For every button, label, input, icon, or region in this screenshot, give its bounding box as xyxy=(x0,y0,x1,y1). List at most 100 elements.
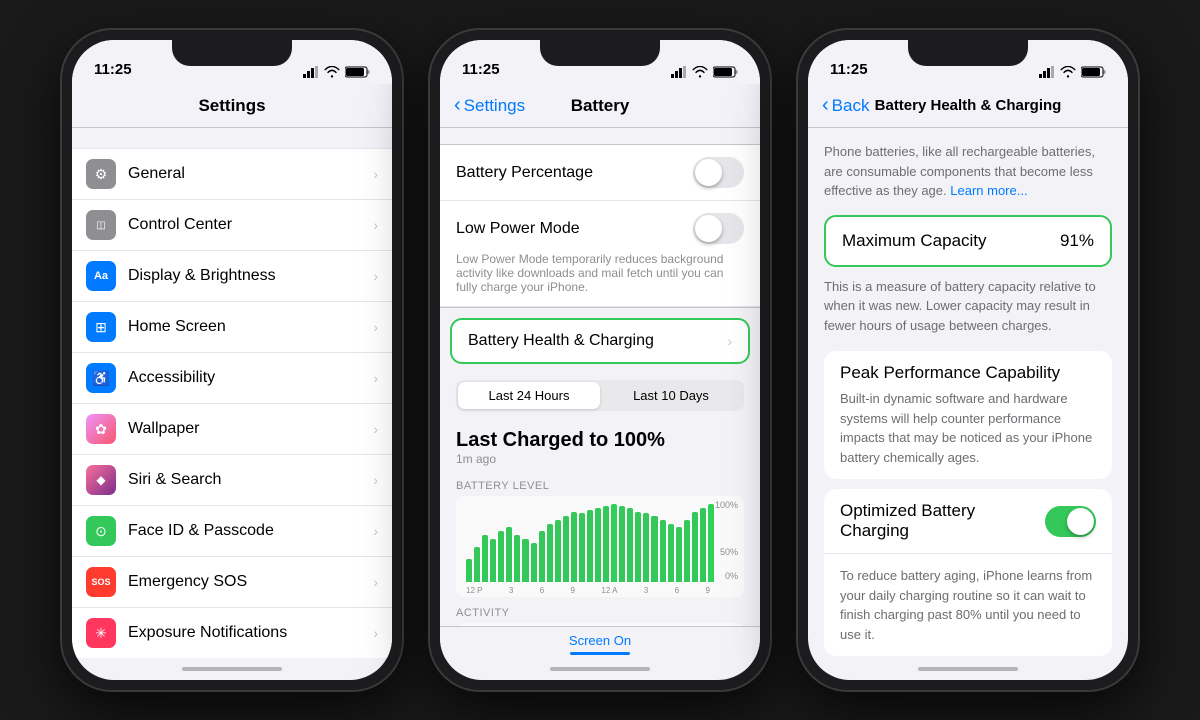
notch xyxy=(172,40,292,66)
home-indicator-2 xyxy=(440,658,760,680)
settings-row-control-center[interactable]: ◫ Control Center › xyxy=(72,200,392,251)
x-label-9p: 9 xyxy=(705,586,709,595)
battery-pct-info: Battery Percentage xyxy=(456,164,593,182)
chart-50pct: 50% xyxy=(720,547,738,557)
health-charging-label: Battery Health & Charging xyxy=(468,332,727,350)
health-content[interactable]: Phone batteries, like all rechargeable b… xyxy=(808,128,1128,658)
back-label-3: Back xyxy=(832,96,870,116)
x-label-12p2: 12 A xyxy=(601,586,617,595)
wifi-icon xyxy=(324,66,340,78)
x-label-6a: 6 xyxy=(540,586,544,595)
general-label: General xyxy=(128,165,367,183)
exposure-icon: ✳ xyxy=(86,618,116,648)
battery-bar-chart xyxy=(462,502,738,582)
battery-icon xyxy=(345,66,370,78)
segment-control[interactable]: Last 24 Hours Last 10 Days xyxy=(456,380,744,411)
x-label-3p: 3 xyxy=(644,586,648,595)
max-capacity-row[interactable]: Maximum Capacity 91% xyxy=(824,215,1112,267)
wallpaper-icon: ✿ xyxy=(86,414,116,444)
settings-row-accessibility[interactable]: ♿ Accessibility › xyxy=(72,353,392,404)
optimized-section: Optimized Battery Charging To reduce bat… xyxy=(824,489,1112,656)
battery-chart-section: BATTERY LEVEL 100% 50% 0% 12 P 3 6 9 12 … xyxy=(440,480,760,626)
nav-bar: Settings xyxy=(72,84,392,128)
low-power-row[interactable]: Low Power Mode Low Power Mode temporaril… xyxy=(440,201,760,307)
chart-100pct: 100% xyxy=(715,500,738,510)
optimized-desc-row: To reduce battery aging, iPhone learns f… xyxy=(824,554,1112,656)
back-arrow-2: ‹ xyxy=(454,95,461,115)
status-time-3: 11:25 xyxy=(830,61,868,78)
faceid-label: Face ID & Passcode xyxy=(128,522,367,540)
battery-pct-row[interactable]: Battery Percentage xyxy=(440,145,760,201)
last-charged-section: Last Charged to 100% 1m ago xyxy=(440,421,760,470)
settings-row-exposure[interactable]: ✳ Exposure Notifications › xyxy=(72,608,392,658)
nav-back-battery[interactable]: ‹ Back xyxy=(822,96,869,116)
settings-row-general[interactable]: ⚙ General › xyxy=(72,148,392,200)
nav-title-3: Battery Health & Charging xyxy=(875,97,1062,114)
low-power-sub: Low Power Mode temporarily reduces backg… xyxy=(456,252,744,294)
nav-bar-3: ‹ Back Battery Health & Charging xyxy=(808,84,1128,128)
battery-icon-3 xyxy=(1081,66,1106,78)
settings-row-faceid[interactable]: ⊙ Face ID & Passcode › xyxy=(72,506,392,557)
phone-health: 11:25 xyxy=(798,30,1138,690)
optimized-toggle[interactable] xyxy=(1045,506,1096,537)
settings-row-wallpaper[interactable]: ✿ Wallpaper › xyxy=(72,404,392,455)
low-power-toggle[interactable] xyxy=(693,213,744,244)
nav-title: Settings xyxy=(198,96,265,116)
notch-2 xyxy=(540,40,660,66)
signal-icon xyxy=(303,66,319,78)
battery-chart: 100% 50% 0% 12 P 3 6 9 12 A 3 6 9 xyxy=(456,496,744,597)
segment-24h[interactable]: Last 24 Hours xyxy=(458,382,600,409)
home-indicator-3 xyxy=(808,658,1128,680)
notch-3 xyxy=(908,40,1028,66)
learn-more-link-1[interactable]: Learn more... xyxy=(950,183,1027,198)
status-icons-3 xyxy=(1039,66,1106,78)
accessibility-icon: ♿ xyxy=(86,363,116,393)
faceid-icon: ⊙ xyxy=(86,516,116,546)
peak-performance-section: Peak Performance Capability Built-in dyn… xyxy=(824,351,1112,479)
screen-on-label: Screen On xyxy=(569,633,631,648)
optimized-row[interactable]: Optimized Battery Charging xyxy=(824,489,1112,554)
x-label-9a: 9 xyxy=(571,586,575,595)
signal-icon-3 xyxy=(1039,66,1055,78)
optimized-desc: To reduce battery aging, iPhone learns f… xyxy=(840,566,1096,644)
back-arrow-3: ‹ xyxy=(822,95,829,115)
nav-bar-2: ‹ Settings Battery xyxy=(440,84,760,128)
health-charging-chevron: › xyxy=(727,333,732,349)
health-charging-row[interactable]: Battery Health & Charging › xyxy=(450,318,750,364)
activity-label: ACTIVITY xyxy=(456,607,744,619)
control-center-icon: ◫ xyxy=(86,210,116,240)
accessibility-label: Accessibility xyxy=(128,369,367,387)
chart-0pct: 0% xyxy=(725,571,738,581)
status-time-2: 11:25 xyxy=(462,61,500,78)
chart-x-axis: 12 P 3 6 9 12 A 3 6 9 xyxy=(462,584,738,597)
segment-10d[interactable]: Last 10 Days xyxy=(600,382,742,409)
battery-content[interactable]: Battery Percentage Low Power Mode Low Po… xyxy=(440,128,760,626)
battery-pct-label: Battery Percentage xyxy=(456,164,593,182)
battery-pct-toggle[interactable] xyxy=(693,157,744,188)
capacity-desc: This is a measure of battery capacity re… xyxy=(824,277,1112,336)
home-screen-icon: ⊞ xyxy=(86,312,116,342)
display-icon: Aa xyxy=(86,261,116,291)
settings-list[interactable]: ⚙ General › ◫ Control Center › Aa Displa… xyxy=(72,128,392,658)
settings-row-siri[interactable]: ◆ Siri & Search › xyxy=(72,455,392,506)
max-capacity-label: Maximum Capacity xyxy=(842,231,987,251)
home-indicator xyxy=(72,658,392,680)
max-capacity-value: 91% xyxy=(1060,231,1094,251)
settings-row-sos[interactable]: SOS Emergency SOS › xyxy=(72,557,392,608)
peak-performance-row: Peak Performance Capability Built-in dyn… xyxy=(824,351,1112,479)
last-charged-sub: 1m ago xyxy=(456,452,744,466)
screen-on-indicator: Screen On xyxy=(569,633,631,658)
settings-row-home-screen[interactable]: ⊞ Home Screen › xyxy=(72,302,392,353)
signal-icon-2 xyxy=(671,66,687,78)
home-screen-label: Home Screen xyxy=(128,318,367,336)
siri-icon: ◆ xyxy=(86,465,116,495)
control-center-label: Control Center xyxy=(128,216,367,234)
peak-perf-desc: Built-in dynamic software and hardware s… xyxy=(840,389,1096,467)
nav-back-settings[interactable]: ‹ Settings xyxy=(454,96,525,116)
back-label-2: Settings xyxy=(464,96,525,116)
low-power-label: Low Power Mode xyxy=(456,220,580,238)
status-time: 11:25 xyxy=(94,61,132,78)
screen-on-bar: Screen On xyxy=(440,626,760,658)
settings-row-display[interactable]: Aa Display & Brightness › xyxy=(72,251,392,302)
sos-icon: SOS xyxy=(86,567,116,597)
